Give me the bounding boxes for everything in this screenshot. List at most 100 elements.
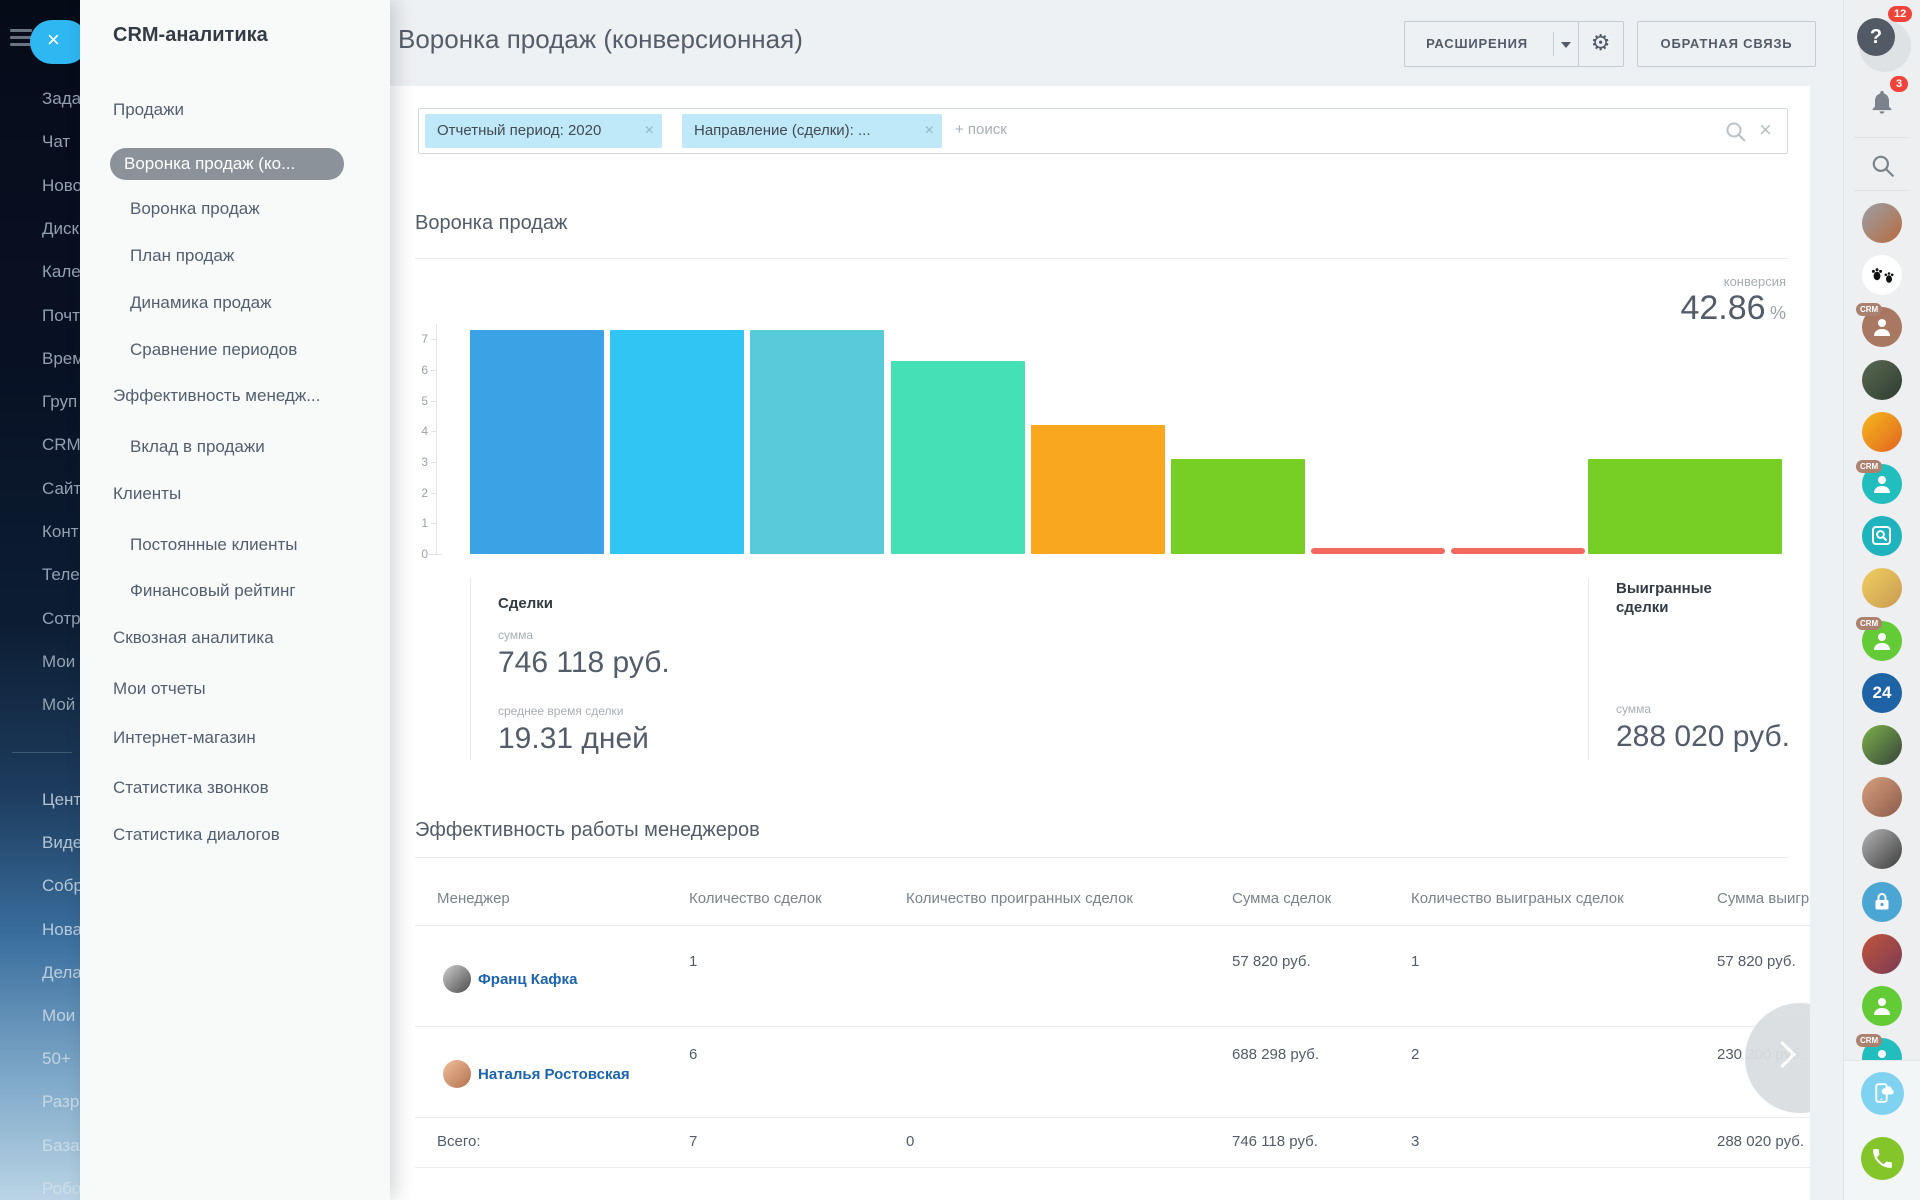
sidebar-item[interactable]: Конт [42, 522, 80, 542]
crm-analytics-page: × Зада Чат Ново Диск Кале Почт Врем Груп CRM Сайт… [0, 0, 1920, 1200]
filter-search-bar[interactable]: Отчетный период: 2020 × Направление (сде… [418, 108, 1788, 154]
funnel-bar-won-deals[interactable] [1588, 459, 1782, 554]
sidebar-item[interactable]: Разр [42, 1092, 80, 1112]
user-avatar-photo[interactable] [1862, 360, 1902, 400]
paws-avatar[interactable] [1862, 255, 1902, 295]
sidebar-item[interactable]: Робо [42, 1179, 80, 1199]
manager-name-link[interactable]: Франц Кафка [478, 971, 577, 988]
sidebar-item[interactable]: Мои [42, 652, 80, 672]
menu-item-7[interactable]: Вклад в продажи [130, 437, 265, 457]
sidebar-item[interactable]: Врем [42, 349, 80, 369]
screen-share-search-avatar[interactable] [1862, 516, 1902, 556]
user-avatar-photo[interactable] [1862, 829, 1902, 869]
menu-item-0[interactable]: Продажи [113, 100, 184, 120]
sidebar-item[interactable]: Теле [42, 565, 80, 585]
crm-badge: CRM [1856, 460, 1882, 473]
crm-contact-avatar[interactable]: CRM [1862, 464, 1902, 504]
menu-item-3[interactable]: План продаж [130, 246, 234, 266]
won-sum-value: 288 020 руб. [1616, 720, 1790, 754]
funnel-bar-stage-4[interactable] [891, 361, 1025, 554]
sidebar-item[interactable]: Мой [42, 695, 80, 715]
close-menu-button[interactable]: × [30, 20, 80, 64]
funnel-bar-stage-3[interactable] [750, 330, 884, 554]
menu-item-4[interactable]: Динамика продаж [130, 293, 272, 313]
funnel-bar-stage-7-lost[interactable] [1311, 548, 1445, 554]
clear-filter-icon[interactable]: × [1759, 117, 1772, 143]
screen-search-icon [1870, 524, 1894, 548]
funnel-bar-stage-5[interactable] [1031, 425, 1165, 554]
crm-badge: CRM [1856, 617, 1882, 630]
hamburger-menu-icon[interactable] [10, 29, 32, 50]
sidebar-item[interactable]: Сайт [42, 479, 80, 499]
notifications-button[interactable] [1868, 88, 1896, 121]
user-avatar-photo[interactable] [1862, 934, 1902, 974]
sidebar-item[interactable]: Дела [42, 963, 80, 983]
conversion-block: конверсия 42.86 % [1680, 274, 1786, 328]
sidebar-item[interactable]: Виде [42, 833, 80, 853]
funnel-bar-stage-1[interactable] [470, 330, 604, 554]
menu-item-6[interactable]: Эффективность менедж... [113, 386, 320, 406]
bitrix24-avatar[interactable]: 24 [1862, 673, 1902, 713]
total-cell-lost: 0 [906, 1133, 914, 1150]
sidebar-item[interactable]: Сотр [42, 609, 80, 629]
lock-icon [1870, 890, 1894, 914]
column-header: Сумма сделок [1232, 890, 1331, 907]
search-icon[interactable] [1724, 120, 1748, 149]
sidebar-item[interactable]: Почт [42, 306, 80, 326]
sidebar-item[interactable]: Собр [42, 876, 80, 896]
menu-item-8[interactable]: Клиенты [113, 484, 181, 504]
menu-item-5[interactable]: Сравнение периодов [130, 340, 297, 360]
handset-icon [1870, 1146, 1895, 1171]
menu-item-13[interactable]: Интернет-магазин [113, 728, 256, 748]
sidebar-item[interactable]: Мои [42, 1006, 80, 1026]
sidebar-item[interactable]: База [42, 1136, 80, 1156]
user-avatar-photo[interactable] [1862, 203, 1902, 243]
help-button[interactable]: ? 12 [1844, 0, 1920, 80]
funnel-bar-stage-6[interactable] [1171, 459, 1305, 554]
sidebar-item[interactable]: Груп [42, 392, 80, 412]
menu-item-2[interactable]: Воронка продаж [130, 199, 260, 219]
cartoon-avatar[interactable] [1862, 568, 1902, 608]
feedback-button[interactable]: ОБРАТНАЯ СВЯЗЬ [1637, 21, 1816, 67]
settings-button[interactable]: ⚙ [1578, 21, 1624, 67]
chevron-down-icon[interactable] [1561, 42, 1571, 48]
mobile-app-icon[interactable] [1861, 1072, 1904, 1115]
manager-name-link[interactable]: Наталья Ростовская [478, 1066, 630, 1083]
y-axis-tick-label: 0 [404, 547, 428, 561]
sidebar-item[interactable]: Зада [42, 89, 80, 109]
chip-close-icon[interactable]: × [645, 114, 654, 148]
search-placeholder: + поиск [955, 121, 1007, 138]
menu-item-11[interactable]: Сквозная аналитика [113, 628, 274, 648]
sidebar-item[interactable]: Ново [42, 176, 80, 196]
notifications-badge: 3 [1890, 76, 1908, 92]
crm-contact-avatar[interactable]: CRM [1862, 307, 1902, 347]
contact-avatar[interactable] [1862, 986, 1902, 1026]
menu-item-14[interactable]: Статистика звонков [113, 778, 269, 798]
filter-chip-direction[interactable]: Направление (сделки): ... × [682, 114, 942, 148]
sidebar-item[interactable]: Чат [42, 132, 80, 152]
sidebar-item[interactable]: CRM [42, 435, 80, 455]
sidebar-item[interactable]: Цент [42, 790, 80, 810]
menu-item-selected[interactable]: Воронка продаж (ко... [110, 148, 344, 180]
telephony-icon[interactable] [1861, 1137, 1904, 1180]
sidebar-item[interactable]: Нова [42, 920, 80, 940]
menu-item-15[interactable]: Статистика диалогов [113, 825, 280, 845]
user-avatar-photo[interactable] [1862, 777, 1902, 817]
lock-avatar[interactable] [1862, 882, 1902, 922]
menu-item-10[interactable]: Финансовый рейтинг [130, 581, 296, 601]
crm-contact-avatar[interactable]: CRM [1862, 621, 1902, 661]
funnel-bar-stage-2[interactable] [610, 330, 744, 554]
sidebar-item[interactable]: 50+ [42, 1049, 80, 1069]
menu-item-9[interactable]: Постоянные клиенты [130, 535, 298, 555]
sidebar-item[interactable]: Кале [42, 262, 80, 282]
user-avatar-photo[interactable] [1862, 412, 1902, 452]
rail-search-button[interactable] [1870, 153, 1896, 184]
filter-chip-period[interactable]: Отчетный период: 2020 × [425, 114, 662, 148]
chip-close-icon[interactable]: × [925, 114, 934, 148]
sidebar-item[interactable]: Диск [42, 219, 80, 239]
menu-item-12[interactable]: Мои отчеты [113, 679, 206, 699]
user-avatar-photo[interactable] [1862, 725, 1902, 765]
section-divider [415, 857, 1788, 858]
funnel-bar-stage-8-lost[interactable] [1451, 548, 1585, 554]
extensions-button[interactable]: РАСШИРЕНИЯ [1404, 21, 1579, 67]
